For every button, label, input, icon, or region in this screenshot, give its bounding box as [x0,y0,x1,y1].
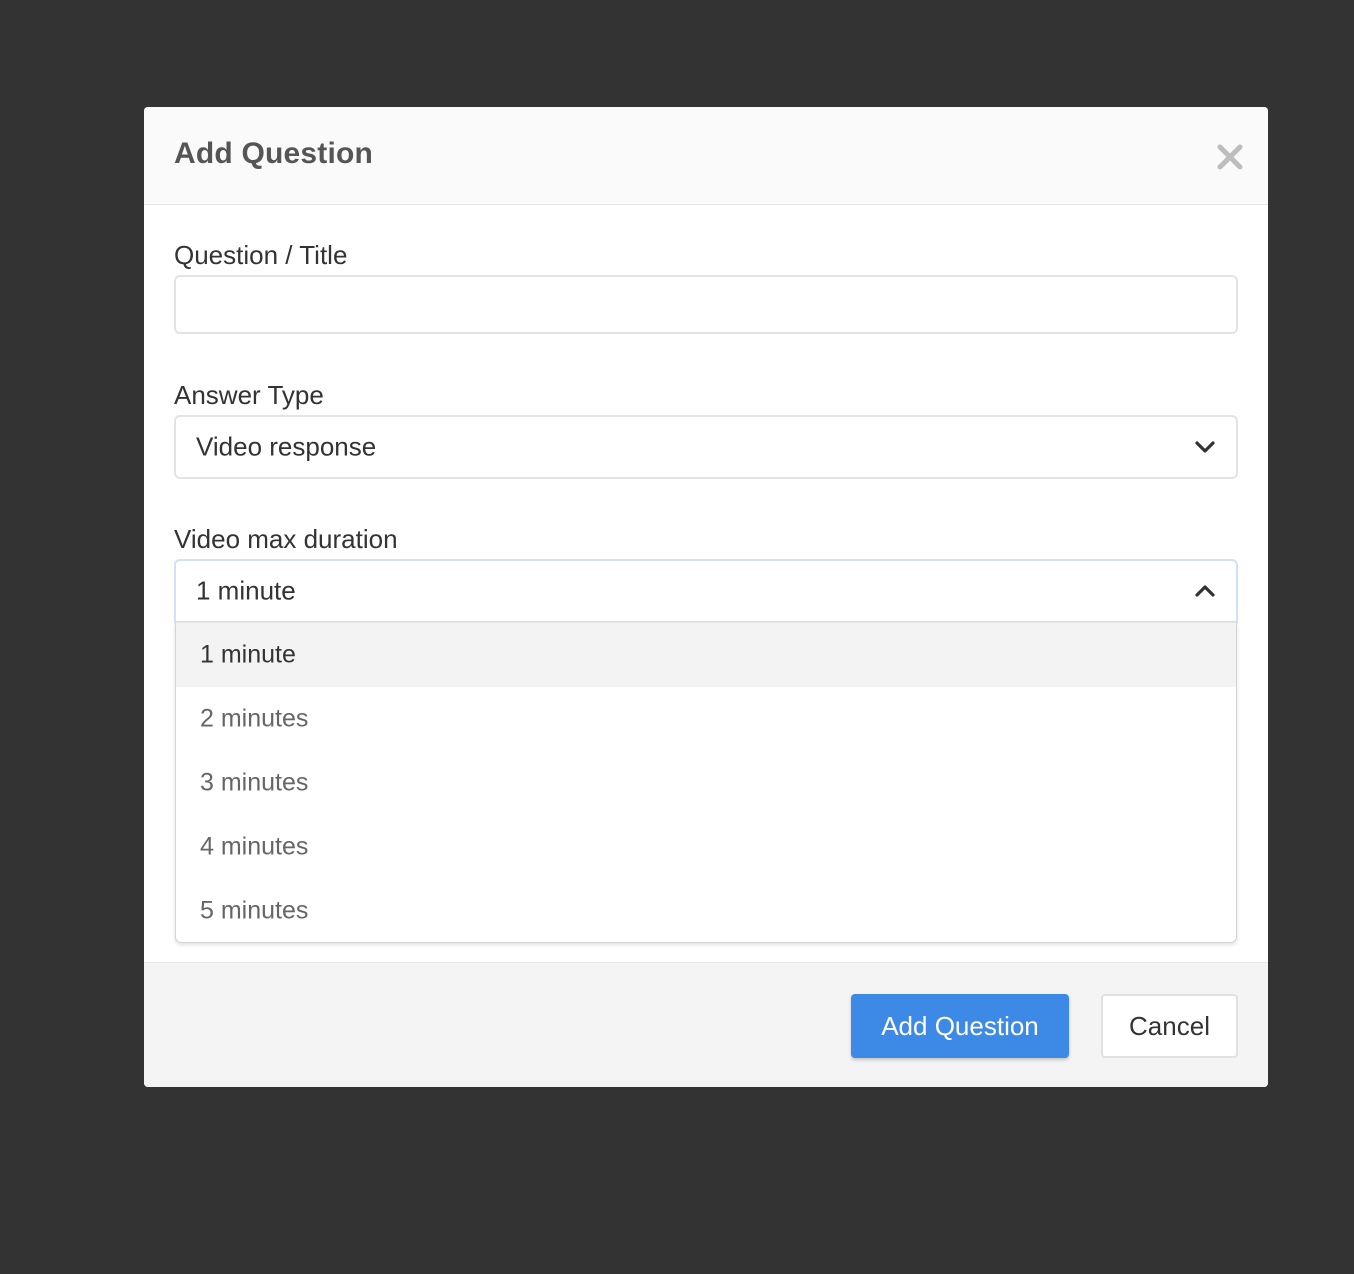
dropdown-option-label: 4 minutes [200,832,309,861]
dropdown-option-3-minutes[interactable]: 3 minutes [176,751,1236,815]
dropdown-option-label: 2 minutes [200,704,309,733]
video-max-duration-label: Video max duration [174,524,398,554]
backdrop-page-content [0,196,60,214]
add-question-modal: Add Question Question / Title Answer Typ… [144,107,1268,1087]
answer-type-select[interactable]: Video response [174,415,1238,479]
close-button[interactable] [1214,141,1246,173]
dropdown-option-1-minute[interactable]: 1 minute [176,623,1236,687]
dropdown-option-4-minutes[interactable]: 4 minutes [176,815,1236,879]
video-duration-dropdown-list: 1 minute 2 minutes 3 minutes 4 minutes 5… [175,622,1237,943]
dropdown-option-label: 5 minutes [200,896,309,925]
modal-footer: Add Question Cancel [144,962,1268,1087]
question-title-input[interactable] [174,275,1238,334]
dropdown-option-5-minutes[interactable]: 5 minutes [176,879,1236,942]
cancel-button[interactable]: Cancel [1101,994,1238,1058]
video-max-duration-select[interactable]: 1 minute [174,559,1238,623]
video-max-duration-selected-value: 1 minute [196,575,296,606]
question-title-label: Question / Title [174,240,348,270]
dropdown-option-label: 1 minute [200,640,296,669]
answer-type-selected-value: Video response [196,431,377,462]
chevron-up-icon [1194,584,1216,598]
backdrop-page-content [0,374,145,392]
add-question-button[interactable]: Add Question [851,994,1069,1058]
modal-header: Add Question [144,107,1268,205]
dropdown-option-label: 3 minutes [200,768,309,797]
close-icon [1217,144,1243,170]
modal-title: Add Question [174,137,374,170]
chevron-down-icon [1194,440,1216,454]
answer-type-label: Answer Type [174,380,324,410]
dropdown-option-2-minutes[interactable]: 2 minutes [176,687,1236,751]
